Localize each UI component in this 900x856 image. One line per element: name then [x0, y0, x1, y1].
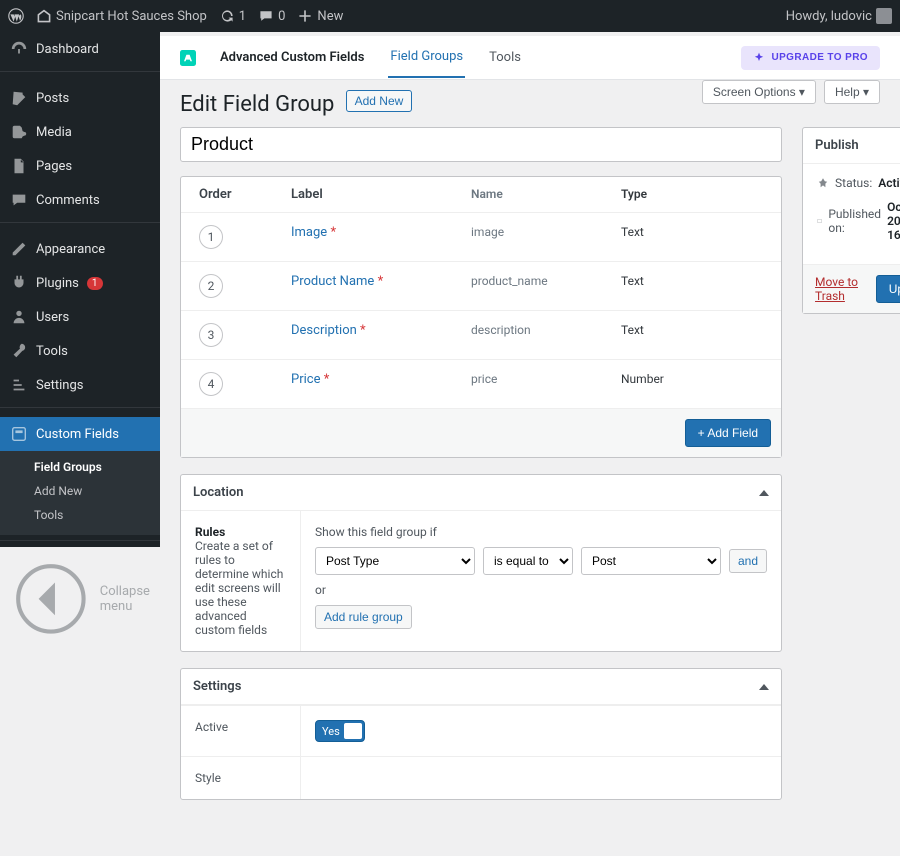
- menu-plugins[interactable]: Plugins1: [0, 266, 160, 300]
- pin-icon: [817, 177, 829, 189]
- chevron-up-icon: [759, 490, 769, 496]
- sparkle-icon: [753, 52, 765, 64]
- site-name-link[interactable]: Snipcart Hot Sauces Shop: [36, 8, 207, 24]
- menu-posts[interactable]: Posts: [0, 81, 160, 115]
- page-title: Edit Field Group: [180, 92, 334, 117]
- field-label-link[interactable]: Description: [291, 323, 357, 338]
- rule-and-button[interactable]: and: [729, 549, 767, 573]
- new-content-link[interactable]: New: [297, 8, 343, 24]
- settings-panel: Settings Active Yes Style: [180, 668, 782, 800]
- field-label-link[interactable]: Price: [291, 372, 320, 387]
- col-name: Name: [471, 187, 621, 202]
- admin-bar: Snipcart Hot Sauces Shop 1 0 New Howdy, …: [0, 0, 900, 32]
- location-hint: Show this field group if: [315, 525, 767, 539]
- field-row[interactable]: 1Image *imageText: [181, 213, 781, 262]
- publish-toggle[interactable]: Publish: [803, 128, 900, 164]
- field-row[interactable]: 4Price *priceNumber: [181, 360, 781, 408]
- location-panel: Location RulesCreate a set of rules to d…: [180, 474, 782, 652]
- publish-box: Publish Status: Active Edit Published on…: [802, 127, 900, 314]
- rule-or-label: or: [315, 583, 767, 597]
- field-row[interactable]: 2Product Name *product_nameText: [181, 262, 781, 311]
- menu-tools[interactable]: Tools: [0, 334, 160, 368]
- field-name: product_name: [471, 274, 621, 298]
- chevron-up-icon: [759, 684, 769, 690]
- location-toggle[interactable]: Location: [181, 475, 781, 511]
- menu-media[interactable]: Media: [0, 115, 160, 149]
- setting-active-label: Active: [181, 706, 301, 756]
- add-field-button[interactable]: + Add Field: [685, 419, 771, 447]
- admin-sidebar: Dashboard Posts Media Pages Comments App…: [0, 32, 160, 547]
- field-name: description: [471, 323, 621, 347]
- field-label-link[interactable]: Product Name: [291, 274, 374, 289]
- menu-settings[interactable]: Settings: [0, 368, 160, 402]
- comments-link[interactable]: 0: [258, 8, 285, 24]
- field-label-link[interactable]: Image: [291, 225, 327, 240]
- menu-users[interactable]: Users: [0, 300, 160, 334]
- tab-tools[interactable]: Tools: [487, 38, 523, 77]
- field-type: Text: [621, 274, 781, 298]
- field-row[interactable]: 3Description *descriptionText: [181, 311, 781, 360]
- order-handle[interactable]: 2: [199, 274, 223, 298]
- settings-toggle[interactable]: Settings: [181, 669, 781, 705]
- menu-comments[interactable]: Comments: [0, 183, 160, 217]
- order-handle[interactable]: 4: [199, 372, 223, 396]
- order-handle[interactable]: 3: [199, 323, 223, 347]
- field-type: Text: [621, 225, 781, 249]
- acf-logo-icon: [180, 50, 196, 66]
- field-type: Text: [621, 323, 781, 347]
- rule-value-select[interactable]: Post: [581, 547, 721, 575]
- group-title-input[interactable]: [180, 127, 782, 162]
- tab-acf-title[interactable]: Advanced Custom Fields: [218, 38, 366, 77]
- howdy-user[interactable]: Howdy, ludovic: [786, 8, 892, 24]
- screen-options-button[interactable]: Screen Options ▾: [702, 80, 816, 104]
- menu-dashboard[interactable]: Dashboard: [0, 32, 160, 66]
- rule-operator-select[interactable]: is equal to: [483, 547, 573, 575]
- submenu-field-groups[interactable]: Field Groups: [0, 455, 160, 479]
- col-type: Type: [621, 187, 781, 202]
- order-handle[interactable]: 1: [199, 225, 223, 249]
- add-rule-group-button[interactable]: Add rule group: [315, 605, 412, 629]
- field-name: price: [471, 372, 621, 396]
- updates-link[interactable]: 1: [219, 8, 246, 24]
- fields-table: Order Label Name Type 1Image *imageText2…: [180, 176, 782, 458]
- add-new-button[interactable]: Add New: [346, 90, 413, 112]
- calendar-icon: [817, 215, 822, 227]
- upgrade-to-pro-button[interactable]: UPGRADE TO PRO: [741, 46, 880, 70]
- menu-custom-fields[interactable]: Custom Fields: [0, 417, 160, 451]
- col-label: Label: [291, 187, 471, 202]
- rule-param-select[interactable]: Post Type: [315, 547, 475, 575]
- submenu-tools[interactable]: Tools: [0, 503, 160, 527]
- avatar: [876, 8, 892, 24]
- menu-appearance[interactable]: Appearance: [0, 232, 160, 266]
- active-toggle[interactable]: Yes: [315, 720, 365, 742]
- wordpress-logo[interactable]: [8, 8, 24, 24]
- submenu-add-new[interactable]: Add New: [0, 479, 160, 503]
- help-button[interactable]: Help ▾: [824, 80, 880, 104]
- field-type: Number: [621, 372, 781, 396]
- submenu-custom-fields: Field Groups Add New Tools: [0, 451, 160, 535]
- move-to-trash-link[interactable]: Move to Trash: [815, 275, 876, 303]
- plugins-badge: 1: [87, 277, 103, 290]
- col-order: Order: [181, 187, 291, 202]
- setting-style-label: Style: [181, 757, 301, 799]
- acf-tabs: Advanced Custom Fields Field Groups Tool…: [160, 36, 900, 80]
- field-name: image: [471, 225, 621, 249]
- menu-pages[interactable]: Pages: [0, 149, 160, 183]
- tab-field-groups[interactable]: Field Groups: [388, 37, 465, 78]
- update-button[interactable]: Update: [876, 275, 900, 303]
